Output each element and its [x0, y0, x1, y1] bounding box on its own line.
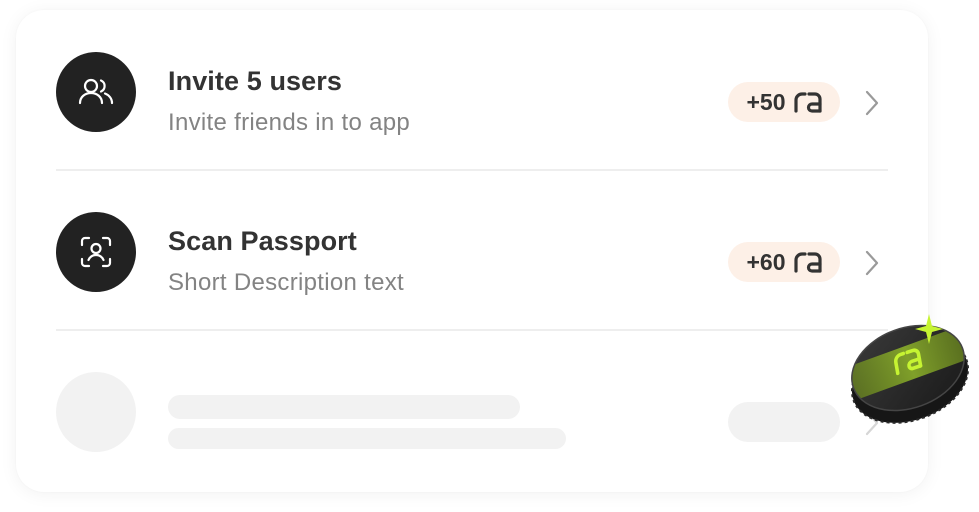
reward-amount: +50 [746, 88, 786, 115]
skeleton-title [168, 395, 520, 419]
skeleton-badge [728, 402, 840, 442]
divider [56, 329, 888, 331]
task-row-scan-passport[interactable]: Scan Passport Short Description text +60 [56, 212, 888, 296]
task-description: Short Description text [168, 269, 405, 296]
reward-amount: +60 [746, 248, 786, 275]
task-row-skeleton [56, 372, 888, 452]
task-title: Scan Passport [168, 226, 357, 256]
ra-coin-illustration [840, 306, 979, 430]
reward-badge: +60 [728, 242, 840, 282]
chevron-right-icon[interactable] [862, 249, 882, 277]
scan-face-icon [76, 232, 116, 272]
skeleton-avatar [56, 372, 136, 452]
task-description: Invite friends in to app [168, 109, 411, 136]
tasks-card: Invite 5 users Invite friends in to app … [16, 10, 928, 492]
reward-badge: +50 [728, 82, 840, 122]
task-avatar [56, 212, 136, 292]
ra-token-icon [793, 251, 822, 273]
task-row-invite-users[interactable]: Invite 5 users Invite friends in to app … [56, 52, 888, 136]
divider [56, 169, 888, 171]
chevron-right-icon[interactable] [862, 89, 882, 117]
task-avatar [56, 52, 136, 132]
users-icon [76, 72, 116, 112]
skeleton-description [168, 428, 566, 449]
ra-token-icon [793, 91, 822, 113]
task-title: Invite 5 users [168, 66, 342, 96]
